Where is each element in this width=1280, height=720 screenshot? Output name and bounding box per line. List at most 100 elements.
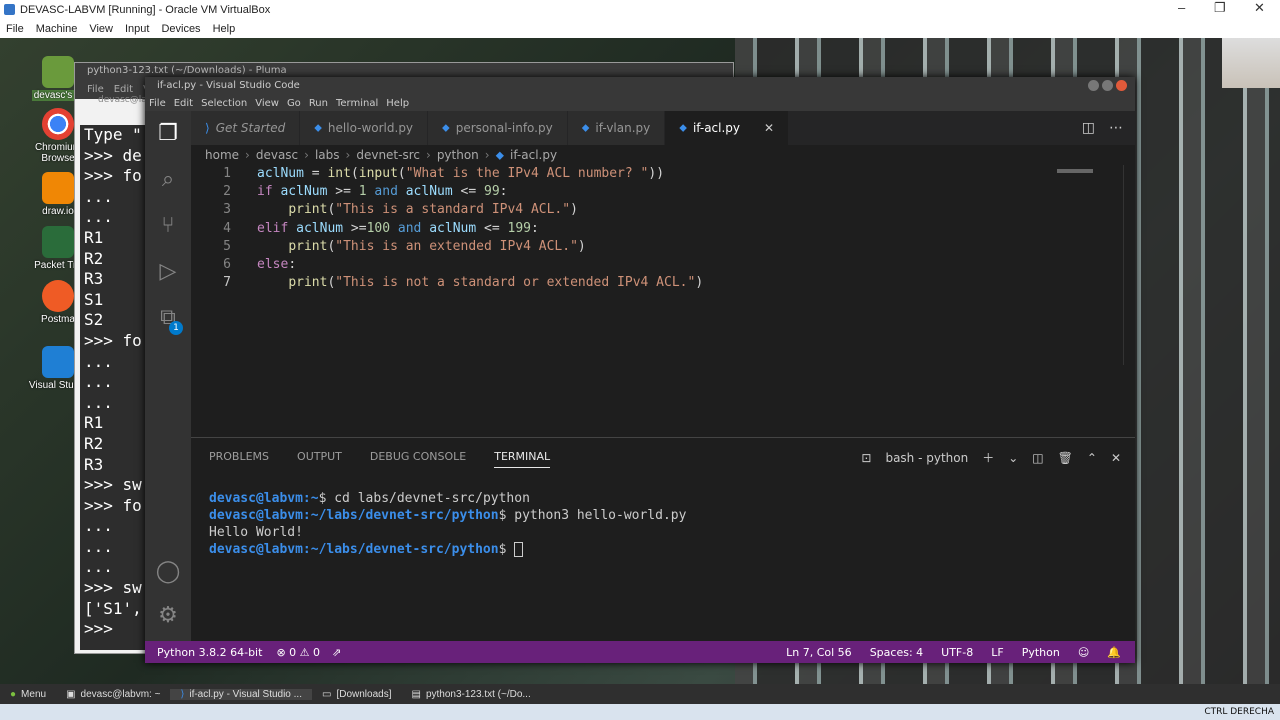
vscode-menu-edit[interactable]: Edit [174, 98, 193, 109]
menu-machine[interactable]: Machine [30, 23, 84, 35]
code-line[interactable]: 2 if aclNum >= 1 and aclNum <= 99: [191, 183, 1091, 201]
tab-if-acl[interactable]: ⬥ if-acl.py ✕ [665, 111, 790, 145]
menu-devices[interactable]: Devices [155, 23, 206, 35]
tab-personal-info[interactable]: ⬥ personal-info.py [428, 111, 568, 145]
python-interpreter[interactable]: Python 3.8.2 64-bit [157, 646, 262, 659]
maximize-panel-icon[interactable]: ⌃ [1087, 451, 1097, 465]
panel-tab-terminal[interactable]: TERMINAL [494, 450, 551, 468]
vscode-menu-file[interactable]: File [149, 98, 166, 109]
explorer-icon[interactable]: ❐ [153, 119, 183, 149]
taskbar-item-terminal[interactable]: ▣ devasc@labvm: ~ [56, 689, 170, 700]
close-icon[interactable]: ✕ [1254, 0, 1265, 16]
code-editor[interactable]: 1 aclNum = int(input("What is the IPv4 AC… [191, 165, 1135, 437]
close-panel-icon[interactable]: ✕ [1111, 451, 1121, 465]
vscode-menu-terminal[interactable]: Terminal [336, 98, 378, 109]
close-icon[interactable] [1116, 80, 1127, 91]
line-ending[interactable]: LF [991, 646, 1003, 659]
breadcrumb-item[interactable]: if-acl.py [510, 148, 557, 162]
vscode-titlebar: if-acl.py - Visual Studio Code [145, 77, 1135, 95]
panel-tab-problems[interactable]: PROBLEMS [209, 450, 269, 468]
line-number: 5 [223, 238, 231, 254]
python-file-icon: ⬥ [495, 147, 505, 162]
breadcrumb-item[interactable]: devasc [256, 148, 298, 162]
code-line[interactable]: 7 print("This is not a standard or exten… [191, 274, 1091, 292]
editor-scrollbar[interactable] [1123, 165, 1124, 365]
panel-tab-output[interactable]: OUTPUT [297, 450, 342, 468]
code-line[interactable]: 5 print("This is an extended IPv4 ACL.") [191, 238, 1091, 256]
menu-input[interactable]: Input [119, 23, 155, 35]
breadcrumb-item[interactable]: devnet-src [356, 148, 420, 162]
line-number: 7 [223, 275, 231, 291]
line-number: 4 [223, 220, 231, 236]
language-mode[interactable]: Python [1022, 646, 1060, 659]
breadcrumb-item[interactable]: python [437, 148, 479, 162]
pluma-menu-file[interactable]: File [87, 84, 104, 95]
taskbar-item-vscode[interactable]: ⟩ if-acl.py - Visual Studio ... [170, 688, 312, 700]
virtualbox-titlebar: DEVASC-LABVM [Running] - Oracle VM Virtu… [0, 0, 1280, 20]
problems-indicator[interactable]: ⊗ 0 ⚠ 0 [276, 646, 320, 659]
home-folder-icon [42, 56, 74, 88]
vscode-menu-help[interactable]: Help [386, 98, 409, 109]
code-line[interactable]: 4 elif aclNum >=100 and aclNum <= 199: [191, 220, 1091, 238]
python-file-icon: ⬥ [314, 121, 322, 134]
tab-hello-world[interactable]: ⬥ hello-world.py [300, 111, 429, 145]
minimize-icon[interactable]: – [1178, 0, 1185, 15]
code-text: else: [257, 257, 297, 272]
code-line[interactable]: 6 else: [191, 256, 1091, 274]
terminal-line: Hello World! [209, 525, 303, 540]
vscode-menu-go[interactable]: Go [287, 98, 301, 109]
terminal-selector[interactable]: bash - python [885, 451, 968, 465]
menu-help[interactable]: Help [207, 23, 242, 35]
tab-if-vlan[interactable]: ⬥ if-vlan.py [567, 111, 666, 145]
postman-icon [42, 280, 74, 312]
vscode-menu-selection[interactable]: Selection [201, 98, 247, 109]
search-icon[interactable]: ⌕ [153, 165, 183, 195]
vscode-title: if-acl.py - Visual Studio Code [157, 80, 300, 91]
encoding[interactable]: UTF-8 [941, 646, 973, 659]
chevron-down-icon[interactable]: ⌄ [1008, 451, 1018, 465]
taskbar: ● Menu ▣ devasc@labvm: ~ ⟩ if-acl.py - Visu… [0, 684, 1280, 704]
vscode-menu-view[interactable]: View [255, 98, 279, 109]
integrated-terminal[interactable]: devasc@labvm:~$ cd labs/devnet-src/pytho… [209, 490, 686, 558]
folder-icon: ▭ [322, 688, 332, 700]
notifications-bell-icon[interactable]: 🔔 [1107, 646, 1121, 659]
taskbar-item-downloads[interactable]: ▭ [Downloads] [312, 689, 401, 700]
pluma-menu-edit[interactable]: Edit [114, 84, 133, 95]
panel-tab-debug-console[interactable]: DEBUG CONSOLE [370, 450, 466, 468]
run-debug-icon[interactable]: ▷ [153, 257, 183, 287]
minimize-icon[interactable] [1088, 80, 1099, 91]
minimap[interactable] [1057, 169, 1093, 173]
live-share-icon[interactable]: ⇗ [332, 646, 341, 659]
source-control-icon[interactable]: ⑂ [153, 211, 183, 241]
activity-bar: ❐ ⌕ ⑂ ▷ ⧉ 1 ◯ ⚙ [145, 111, 191, 641]
taskbar-label: devasc@labvm: ~ [80, 688, 161, 700]
settings-gear-icon[interactable]: ⚙ [153, 601, 183, 631]
vscode-window[interactable]: if-acl.py - Visual Studio Code File Edit… [145, 77, 1135, 663]
feedback-icon[interactable]: ☺ [1078, 646, 1089, 659]
tab-label: personal-info.py [455, 121, 553, 135]
taskbar-item-pluma[interactable]: ▤ python3-123.txt (~/Do... [401, 689, 540, 700]
close-tab-icon[interactable]: ✕ [764, 121, 774, 135]
tab-get-started[interactable]: ⟩ Get Started [191, 111, 301, 145]
maximize-icon[interactable] [1102, 80, 1113, 91]
menu-view[interactable]: View [83, 23, 119, 35]
trash-icon[interactable]: 🗑 [1058, 451, 1073, 465]
menu-file[interactable]: File [0, 23, 30, 35]
indentation[interactable]: Spaces: 4 [870, 646, 923, 659]
taskbar-menu-button[interactable]: ● Menu [0, 689, 56, 700]
code-line[interactable]: 1 aclNum = int(input("What is the IPv4 AC… [191, 165, 1091, 183]
host-key-label: CTRL DERECHA [1204, 707, 1274, 717]
window-title: DEVASC-LABVM [Running] - Oracle VM Virtu… [20, 4, 271, 16]
code-line[interactable]: 3 print("This is a standard IPv4 ACL.") [191, 201, 1091, 219]
breadcrumb-item[interactable]: labs [315, 148, 340, 162]
new-terminal-icon[interactable]: ＋ [982, 449, 994, 466]
vscode-menu-run[interactable]: Run [309, 98, 328, 109]
more-actions-icon[interactable]: ⋯ [1109, 120, 1123, 136]
maximize-icon[interactable]: ❐ [1214, 0, 1226, 16]
tab-label: Get Started [215, 121, 286, 135]
split-terminal-icon[interactable]: ◫ [1032, 451, 1043, 465]
account-icon[interactable]: ◯ [153, 557, 183, 587]
split-editor-icon[interactable]: ◫ [1082, 120, 1095, 136]
cursor-position[interactable]: Ln 7, Col 56 [786, 646, 852, 659]
breadcrumb-item[interactable]: home [205, 148, 239, 162]
